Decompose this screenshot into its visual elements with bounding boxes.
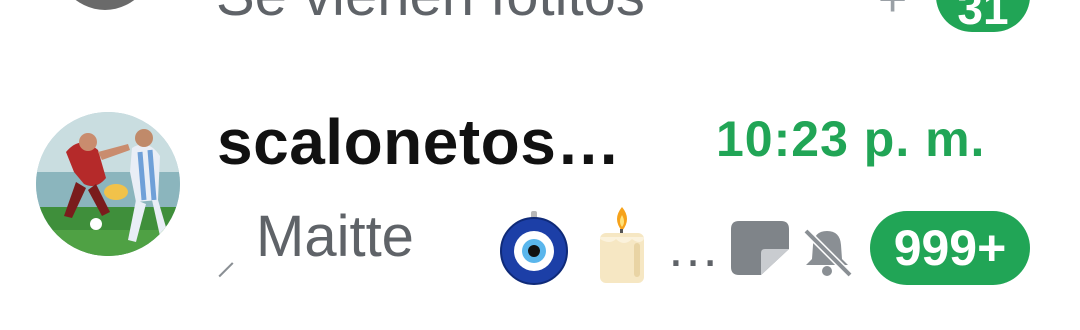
- plus-icon: +: [878, 0, 907, 28]
- unread-badge: 31: [936, 0, 1030, 34]
- preview-sender: Maitte: [256, 204, 414, 269]
- preview-ellipsis: …: [666, 218, 722, 278]
- chat-row[interactable]: scalonetos… 10:23 p. m. ⸝ Maitte … 999+: [0, 95, 1080, 295]
- candle-icon: [600, 207, 644, 283]
- muted-bell-icon: [803, 228, 853, 277]
- nazar-amulet-icon: [500, 211, 568, 285]
- chat-row-previous[interactable]: Se vienen fotitos + 31: [0, 0, 1080, 40]
- timestamp: 10:23 p. m.: [716, 111, 986, 167]
- message-preview: ⸝ Maitte … 999+: [216, 203, 1046, 285]
- status-tick-icon: ⸝: [216, 239, 236, 283]
- unread-badge: 999+: [870, 211, 1030, 285]
- avatar[interactable]: [36, 112, 180, 256]
- message-preview: Se vienen fotitos: [216, 0, 645, 29]
- group-photo-icon: [36, 112, 180, 256]
- chat-name: scalonetos…: [217, 106, 621, 178]
- sticker-icon: [731, 221, 789, 275]
- avatar[interactable]: [50, 0, 160, 10]
